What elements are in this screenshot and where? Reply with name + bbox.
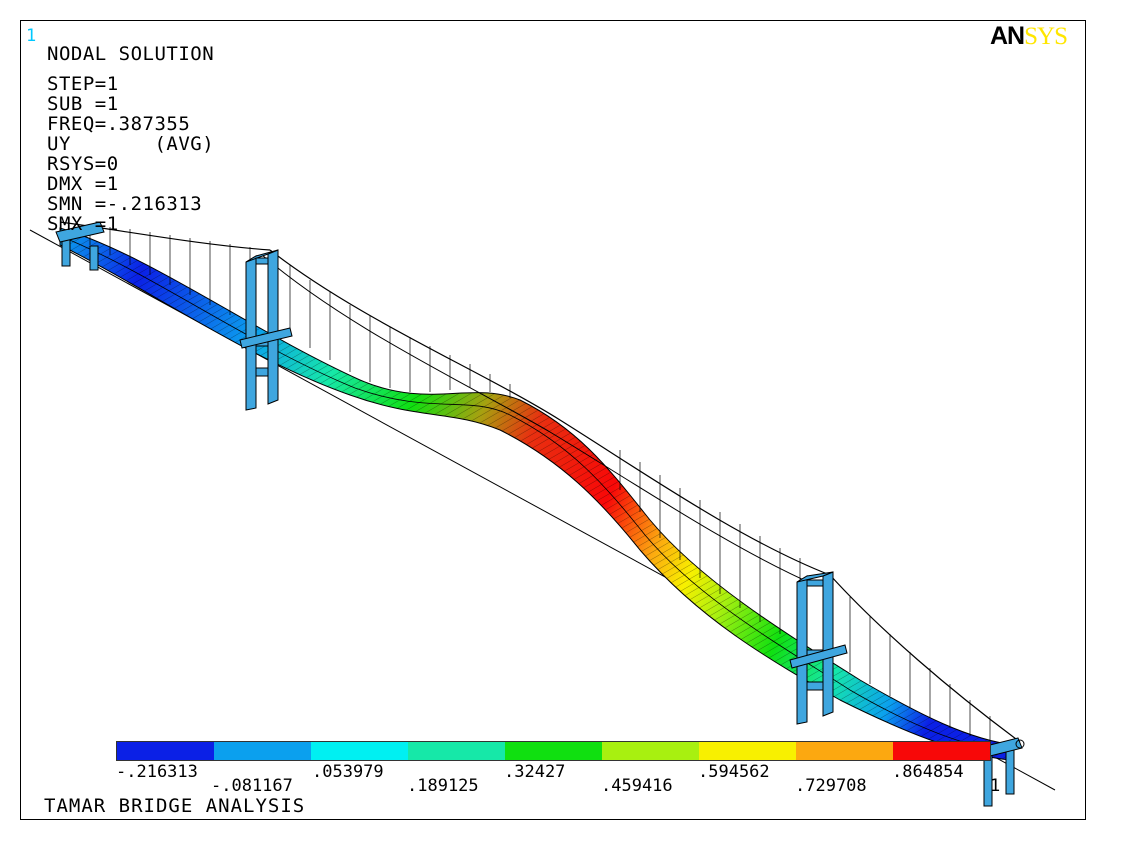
legend-swatch-4	[408, 742, 505, 760]
legend-label-6: .459416	[601, 776, 673, 796]
legend-label-7: .594562	[698, 762, 770, 782]
header-line-6: RSYS=0	[47, 153, 119, 175]
header-line-1: NODAL SOLUTION	[47, 43, 215, 65]
legend-label-1: -.216313	[116, 762, 198, 782]
main-cable-center	[269, 249, 831, 576]
hangers	[89, 225, 991, 742]
left-tower	[239, 249, 293, 411]
legend-label-2: -.081167	[211, 776, 293, 796]
legend-swatch-2	[214, 742, 311, 760]
legend-label-3: .053979	[312, 762, 384, 782]
header-line-2: STEP=1	[47, 73, 119, 95]
legend-swatch-3	[311, 742, 408, 760]
legend-label-5: .32427	[504, 762, 566, 782]
legend-swatch-5	[505, 742, 602, 760]
legend-swatch-1	[117, 742, 214, 760]
contour-legend-bar	[116, 741, 991, 761]
legend-swatch-7	[699, 742, 796, 760]
header-line-5: UY (AVG)	[47, 133, 215, 155]
header-line-7: DMX =1	[47, 173, 119, 195]
legend-swatch-6	[602, 742, 699, 760]
analysis-title: TAMAR BRIDGE ANALYSIS	[44, 795, 306, 817]
legend-label-10: 1	[990, 776, 1001, 796]
right-tower	[789, 571, 848, 725]
header-line-4: FREQ=.387355	[47, 113, 191, 135]
legend-label-9: .864854	[892, 762, 964, 782]
legend-label-4: .189125	[407, 776, 479, 796]
legend-swatch-9	[893, 742, 990, 760]
deck-mesh	[60, 228, 1015, 760]
header-line-8: SMN =-.216313	[47, 193, 203, 215]
legend-label-8: .729708	[795, 776, 867, 796]
legend-swatch-8	[796, 742, 893, 760]
header-line-9: SMX =1	[47, 213, 119, 235]
header-line-3: SUB =1	[47, 93, 119, 115]
